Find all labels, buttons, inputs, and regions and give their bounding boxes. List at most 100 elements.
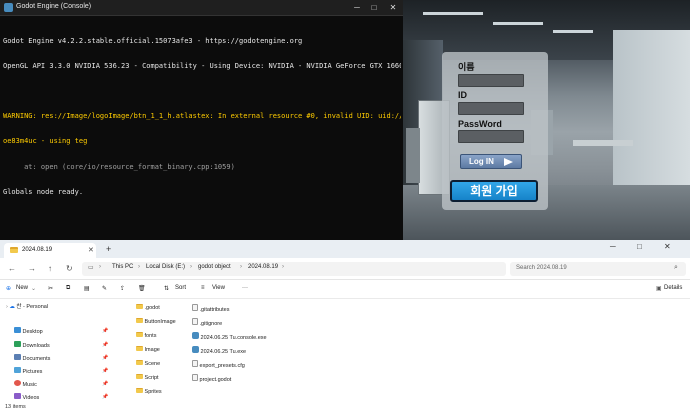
settings-file-icon bbox=[192, 318, 198, 325]
list-item[interactable]: fonts bbox=[136, 332, 196, 339]
console-line: at: open (core/io/resource_format_binary… bbox=[3, 162, 235, 171]
godot-icon bbox=[4, 3, 13, 12]
list-item[interactable]: Script bbox=[136, 374, 196, 381]
sidebar-item-desktop[interactable]: Desktop bbox=[14, 327, 43, 335]
paste-icon[interactable]: ▤ bbox=[84, 285, 90, 292]
share-icon[interactable]: ⇪ bbox=[120, 285, 125, 292]
sidebar-item-videos[interactable]: Videos bbox=[14, 393, 39, 401]
view-button[interactable]: View bbox=[212, 285, 225, 291]
more-button[interactable]: ··· bbox=[242, 285, 248, 291]
tab-title: 2024.08.19 bbox=[22, 247, 53, 253]
chevron-right-icon: › bbox=[240, 264, 242, 270]
signup-button[interactable]: 회원 가입 bbox=[450, 180, 538, 202]
list-item[interactable]: .gitignore bbox=[192, 318, 292, 327]
login-button[interactable]: Log IN bbox=[460, 154, 522, 169]
search-input[interactable]: Search 2024.08.19 bbox=[516, 265, 567, 271]
list-item[interactable]: Sprites bbox=[136, 388, 196, 395]
list-item[interactable]: 2024.06.25 Tu.console.exe bbox=[192, 332, 292, 341]
id-input[interactable] bbox=[458, 102, 524, 115]
cloud-icon: ☁ bbox=[9, 304, 15, 310]
status-bar-item-count: 13 items bbox=[5, 404, 26, 410]
up-icon[interactable]: ↑ bbox=[48, 264, 52, 273]
pin-icon: 📌 bbox=[102, 381, 109, 387]
scene-light bbox=[493, 22, 543, 25]
explorer-navbar: ← → ↑ ↻ ▭ › This PC › Local Disk (E:) › … bbox=[0, 258, 690, 280]
list-item[interactable]: 2024.06.25 Tu.exe bbox=[192, 346, 292, 355]
new-button[interactable]: New bbox=[16, 285, 28, 291]
cut-icon[interactable]: ✂ bbox=[48, 285, 53, 292]
folder-icon bbox=[136, 360, 143, 365]
sidebar-item-label: Pictures bbox=[22, 369, 43, 375]
refresh-icon[interactable]: ↻ bbox=[66, 264, 73, 273]
download-icon bbox=[14, 341, 21, 347]
console-warning: WARNING: res://Image/logoImage/btn_1_1_h… bbox=[3, 112, 401, 121]
password-input[interactable] bbox=[458, 130, 524, 143]
chevron-right-icon: › bbox=[190, 264, 192, 270]
sidebar-item-pictures[interactable]: Pictures bbox=[14, 367, 42, 375]
breadcrumb-item[interactable]: Local Disk (E:) bbox=[146, 264, 185, 270]
breadcrumb-item[interactable]: godot object bbox=[198, 264, 231, 270]
maximize-icon[interactable]: □ bbox=[637, 242, 642, 251]
command-bar: ⊕ New ⌄ ✂ ⧉ ▤ ✎ ⇪ 🗑 ⇅ Sort ≡ View ··· ▣ … bbox=[0, 280, 690, 299]
godot-icon bbox=[192, 332, 199, 339]
sidebar-item-documents[interactable]: Documents bbox=[14, 354, 50, 362]
sidebar-item-label: Desktop bbox=[22, 329, 43, 335]
name-label: 이름 bbox=[458, 62, 475, 72]
sidebar-item-label: Downloads bbox=[22, 343, 50, 349]
address-bar[interactable]: ▭ › This PC › Local Disk (E:) › godot ob… bbox=[82, 262, 506, 276]
scene-machine bbox=[406, 128, 420, 183]
document-icon bbox=[192, 374, 198, 381]
close-icon[interactable]: ✕ bbox=[664, 242, 671, 251]
list-item[interactable]: project.godot bbox=[192, 374, 292, 383]
console-output: Godot Engine v4.2.2.stable.official.1507… bbox=[3, 20, 401, 213]
breadcrumb-item[interactable]: This PC bbox=[112, 264, 133, 270]
pin-icon: 📌 bbox=[102, 368, 109, 374]
chevron-down-icon: ⌄ bbox=[31, 286, 37, 292]
maximize-icon[interactable]: □ bbox=[367, 2, 381, 14]
console-title: Godot Engine (Console) bbox=[16, 3, 92, 10]
back-icon[interactable]: ← bbox=[8, 264, 16, 273]
details-button[interactable]: Details bbox=[664, 285, 682, 291]
name-input[interactable] bbox=[458, 74, 524, 87]
scene-table bbox=[573, 140, 633, 146]
copy-icon[interactable]: ⧉ bbox=[66, 285, 70, 292]
list-item[interactable]: Image bbox=[136, 346, 196, 353]
search-box[interactable]: Search 2024.08.19 ⌕ bbox=[510, 262, 686, 276]
chevron-right-icon: › bbox=[282, 264, 284, 270]
list-item[interactable]: export_presets.cfg bbox=[192, 360, 292, 369]
forward-icon[interactable]: → bbox=[28, 264, 36, 273]
list-item[interactable]: .gitattributes bbox=[192, 304, 292, 313]
breadcrumb-item[interactable]: 2024.08.19 bbox=[248, 264, 278, 270]
folder-icon bbox=[136, 318, 143, 323]
sidebar-item-music[interactable]: Music bbox=[14, 380, 37, 388]
sort-button[interactable]: Sort bbox=[175, 285, 186, 291]
console-warning-cont: oe83m4uc - using teg bbox=[3, 137, 88, 146]
folder-icon bbox=[136, 304, 143, 309]
scene-light bbox=[423, 12, 483, 15]
details-icon: ▣ bbox=[656, 286, 662, 292]
login-button-label: Log IN bbox=[469, 157, 494, 166]
explorer-tab[interactable]: 2024.08.19 ✕ bbox=[4, 243, 96, 258]
sidebar-item-label: Music bbox=[22, 382, 37, 388]
rename-icon[interactable]: ✎ bbox=[102, 285, 107, 292]
monitor-icon: ▭ bbox=[88, 265, 94, 271]
folder-icon bbox=[136, 332, 143, 337]
chevron-right-icon: › bbox=[99, 264, 101, 270]
minimize-icon[interactable]: ─ bbox=[610, 242, 616, 251]
id-label: ID bbox=[458, 90, 467, 100]
delete-icon[interactable]: 🗑 bbox=[138, 285, 146, 292]
close-tab-icon[interactable]: ✕ bbox=[88, 246, 94, 254]
console-line: Globals node ready. bbox=[3, 187, 84, 196]
sidebar-item-downloads[interactable]: Downloads bbox=[14, 341, 50, 349]
arrow-right-icon bbox=[504, 158, 513, 166]
close-icon[interactable]: ✕ bbox=[386, 2, 400, 14]
sidebar-item-onedrive[interactable]: › ☁ 찬 - Personal bbox=[6, 302, 48, 310]
minimize-icon[interactable]: ─ bbox=[350, 2, 364, 14]
videos-icon bbox=[14, 393, 21, 399]
scene-light bbox=[553, 30, 593, 33]
list-item[interactable]: Scene bbox=[136, 360, 196, 367]
new-tab-icon[interactable]: + bbox=[106, 244, 111, 254]
list-item[interactable]: ButtonImage bbox=[136, 318, 196, 325]
list-item[interactable]: .godot bbox=[136, 304, 196, 311]
settings-file-icon bbox=[192, 360, 198, 367]
